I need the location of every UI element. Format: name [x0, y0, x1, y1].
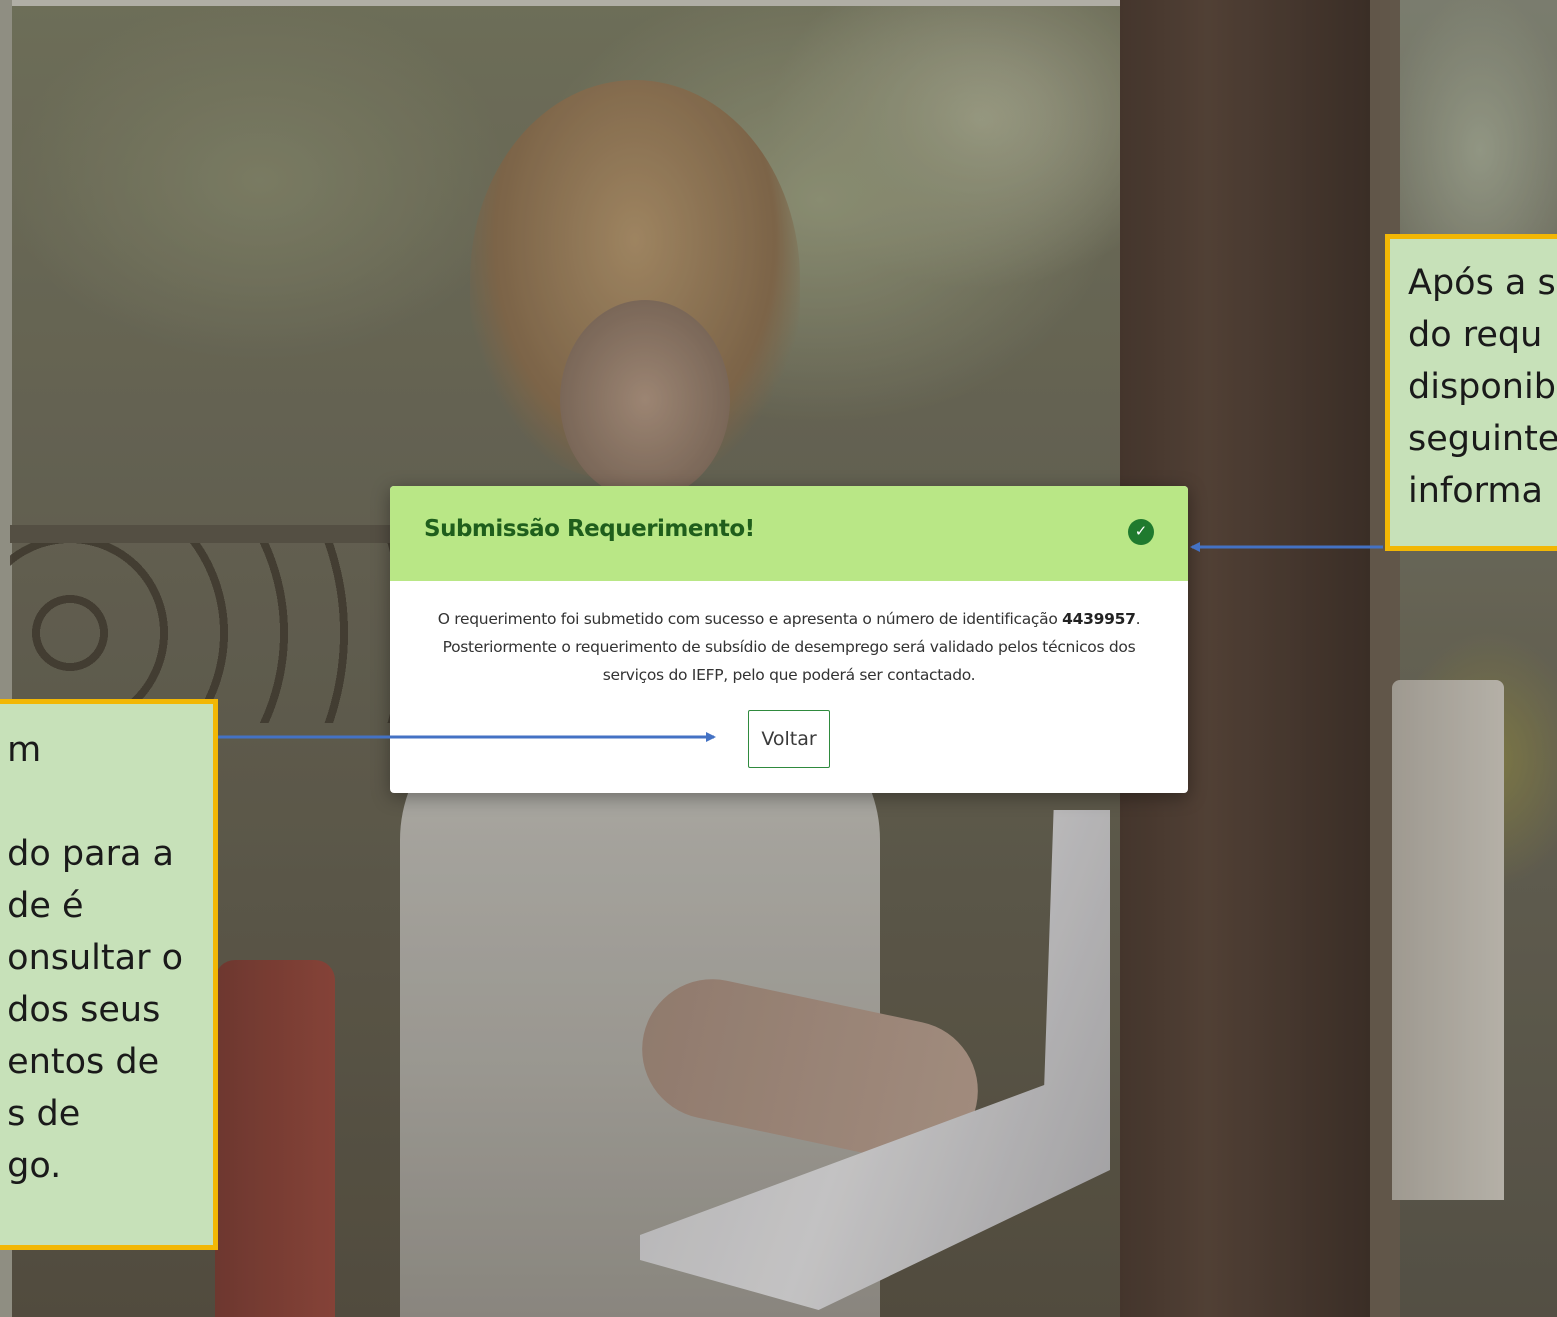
back-button[interactable]: Voltar	[748, 710, 830, 768]
modal-title: Submissão Requerimento!	[424, 516, 755, 542]
callout-right-text: Após a s do requ disponib seguinte infor…	[1408, 263, 1557, 511]
message-line-2: Posteriormente o requerimento de subsídi…	[442, 638, 1136, 656]
message-line-3: serviços do IEFP, pelo que poderá ser co…	[602, 666, 976, 684]
modal-header: Submissão Requerimento! ✓	[390, 486, 1188, 581]
message-period: .	[1135, 610, 1141, 628]
submission-modal: Submissão Requerimento! ✓ O requerimento…	[390, 486, 1188, 793]
callout-right: Após a s do requ disponib seguinte infor…	[1385, 234, 1557, 551]
modal-body: O requerimento foi submetido com sucesso…	[390, 581, 1188, 689]
check-circle-icon: ✓	[1128, 519, 1154, 545]
request-number: 4439957	[1062, 610, 1136, 628]
message-line-1: O requerimento foi submetido com sucesso…	[390, 605, 1188, 633]
message-text: O requerimento foi submetido com sucesso…	[437, 610, 1063, 628]
callout-left-text: m do para a de é onsultar o dos seus ent…	[7, 730, 183, 1186]
callout-left: m do para a de é onsultar o dos seus ent…	[0, 699, 218, 1250]
